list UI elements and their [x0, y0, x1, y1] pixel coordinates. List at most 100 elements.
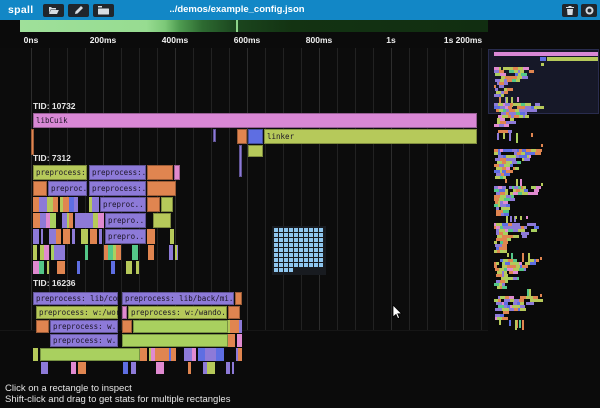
flame-fragment[interactable]	[80, 213, 87, 228]
settings-button[interactable]	[581, 4, 597, 17]
flame-fragment[interactable]	[69, 213, 72, 228]
flame-fragment[interactable]	[239, 320, 242, 333]
event-dot[interactable]	[304, 248, 308, 252]
chart-button[interactable]	[93, 4, 114, 17]
event-dot[interactable]	[284, 253, 288, 257]
event-dot[interactable]	[279, 233, 283, 237]
flame-fragment[interactable]	[33, 348, 38, 361]
flame-fragment[interactable]	[72, 229, 75, 244]
event-dot[interactable]	[314, 258, 318, 262]
event-dot[interactable]	[319, 238, 323, 242]
event-dot[interactable]	[279, 263, 283, 267]
event-dot[interactable]	[304, 258, 308, 262]
edit-button[interactable]	[68, 4, 89, 17]
event-dot[interactable]	[289, 268, 293, 272]
flame-bar[interactable]	[40, 348, 140, 361]
flame-bar[interactable]: libCuik	[33, 113, 477, 128]
event-dot[interactable]	[289, 228, 293, 232]
event-dot[interactable]	[309, 238, 313, 242]
event-dot[interactable]	[319, 248, 323, 252]
event-dot[interactable]	[319, 258, 323, 262]
flame-fragment[interactable]	[170, 229, 173, 244]
flame-fragment[interactable]	[33, 229, 39, 244]
event-dot[interactable]	[284, 258, 288, 262]
flame-fragment[interactable]	[126, 261, 132, 274]
flame-fragment[interactable]	[169, 245, 173, 260]
event-dot[interactable]	[279, 268, 283, 272]
flame-fragment[interactable]	[111, 261, 114, 274]
flame-bar[interactable]	[248, 145, 263, 157]
event-dot[interactable]	[304, 243, 308, 247]
flame-fragment[interactable]	[136, 261, 139, 274]
event-dot[interactable]	[279, 238, 283, 242]
flame-bar[interactable]	[147, 197, 160, 212]
flame-fragment[interactable]	[207, 362, 215, 374]
flame-fragment[interactable]	[177, 245, 178, 260]
event-dot[interactable]	[299, 233, 303, 237]
event-dot[interactable]	[304, 253, 308, 257]
flame-fragment[interactable]	[85, 245, 88, 260]
event-dot[interactable]	[309, 253, 313, 257]
flame-bar[interactable]: preprocess: lib/com..	[33, 292, 118, 305]
flame-fragment[interactable]	[132, 245, 138, 260]
trash-button[interactable]	[562, 4, 578, 17]
flame-bar[interactable]	[161, 197, 173, 212]
flame-bar[interactable]: linker	[264, 129, 477, 144]
event-dot[interactable]	[274, 238, 278, 242]
flame-fragment[interactable]	[184, 348, 193, 361]
flame-fragment[interactable]	[71, 362, 76, 374]
flame-fragment[interactable]	[44, 245, 48, 260]
flame-bar[interactable]	[122, 320, 132, 333]
flame-bar[interactable]	[147, 165, 173, 180]
event-dot[interactable]	[314, 228, 318, 232]
flamegraph-pane[interactable]: TID: 10732TID: 7312TID: 16236libCuiklink…	[0, 48, 488, 331]
flame-fragment[interactable]	[62, 245, 64, 260]
event-dot[interactable]	[289, 263, 293, 267]
flame-fragment[interactable]	[74, 197, 78, 212]
flame-bar[interactable]	[228, 306, 240, 319]
event-dot[interactable]	[279, 228, 283, 232]
flame-fragment[interactable]	[156, 362, 164, 374]
event-dot[interactable]	[279, 243, 283, 247]
event-dot[interactable]	[309, 243, 313, 247]
event-dot[interactable]	[289, 253, 293, 257]
event-dot[interactable]	[309, 258, 313, 262]
event-dot[interactable]	[284, 233, 288, 237]
event-dot[interactable]	[304, 228, 308, 232]
event-dot[interactable]	[314, 263, 318, 267]
dense-events-panel[interactable]	[272, 226, 326, 275]
flame-bar[interactable]: preprocess: lib/back/mi..	[122, 292, 234, 305]
flame-bar[interactable]	[248, 129, 263, 144]
trace-minimap[interactable]	[488, 48, 600, 330]
flame-fragment[interactable]	[41, 229, 43, 244]
flame-bar[interactable]: preprocess:..	[89, 165, 146, 180]
flame-fragment[interactable]	[140, 348, 147, 361]
event-dot[interactable]	[289, 238, 293, 242]
flame-fragment[interactable]	[47, 261, 49, 274]
open-file-button[interactable]	[43, 4, 64, 17]
event-dot[interactable]	[294, 258, 298, 262]
flame-fragment[interactable]	[56, 229, 61, 244]
flame-bar[interactable]	[133, 320, 228, 333]
event-dot[interactable]	[319, 263, 323, 267]
event-dot[interactable]	[284, 228, 288, 232]
flame-bar[interactable]	[147, 181, 176, 196]
event-dot[interactable]	[304, 233, 308, 237]
flame-bar[interactable]: preproc..	[100, 197, 146, 212]
event-dot[interactable]	[309, 263, 313, 267]
flame-fragment[interactable]	[123, 362, 128, 374]
event-dot[interactable]	[294, 253, 298, 257]
flame-bar[interactable]: prepro..	[105, 213, 146, 228]
flame-bar[interactable]	[33, 181, 47, 196]
event-dot[interactable]	[289, 233, 293, 237]
event-dot[interactable]	[314, 248, 318, 252]
flame-fragment[interactable]	[238, 348, 242, 361]
flame-fragment[interactable]	[81, 229, 88, 244]
flame-fragment[interactable]	[57, 261, 65, 274]
flame-fragment[interactable]	[152, 229, 155, 244]
flame-fragment[interactable]	[50, 213, 56, 228]
flame-fragment[interactable]	[192, 348, 195, 361]
event-dot[interactable]	[314, 253, 318, 257]
flame-fragment[interactable]	[54, 245, 62, 260]
flame-fragment[interactable]	[77, 261, 80, 274]
